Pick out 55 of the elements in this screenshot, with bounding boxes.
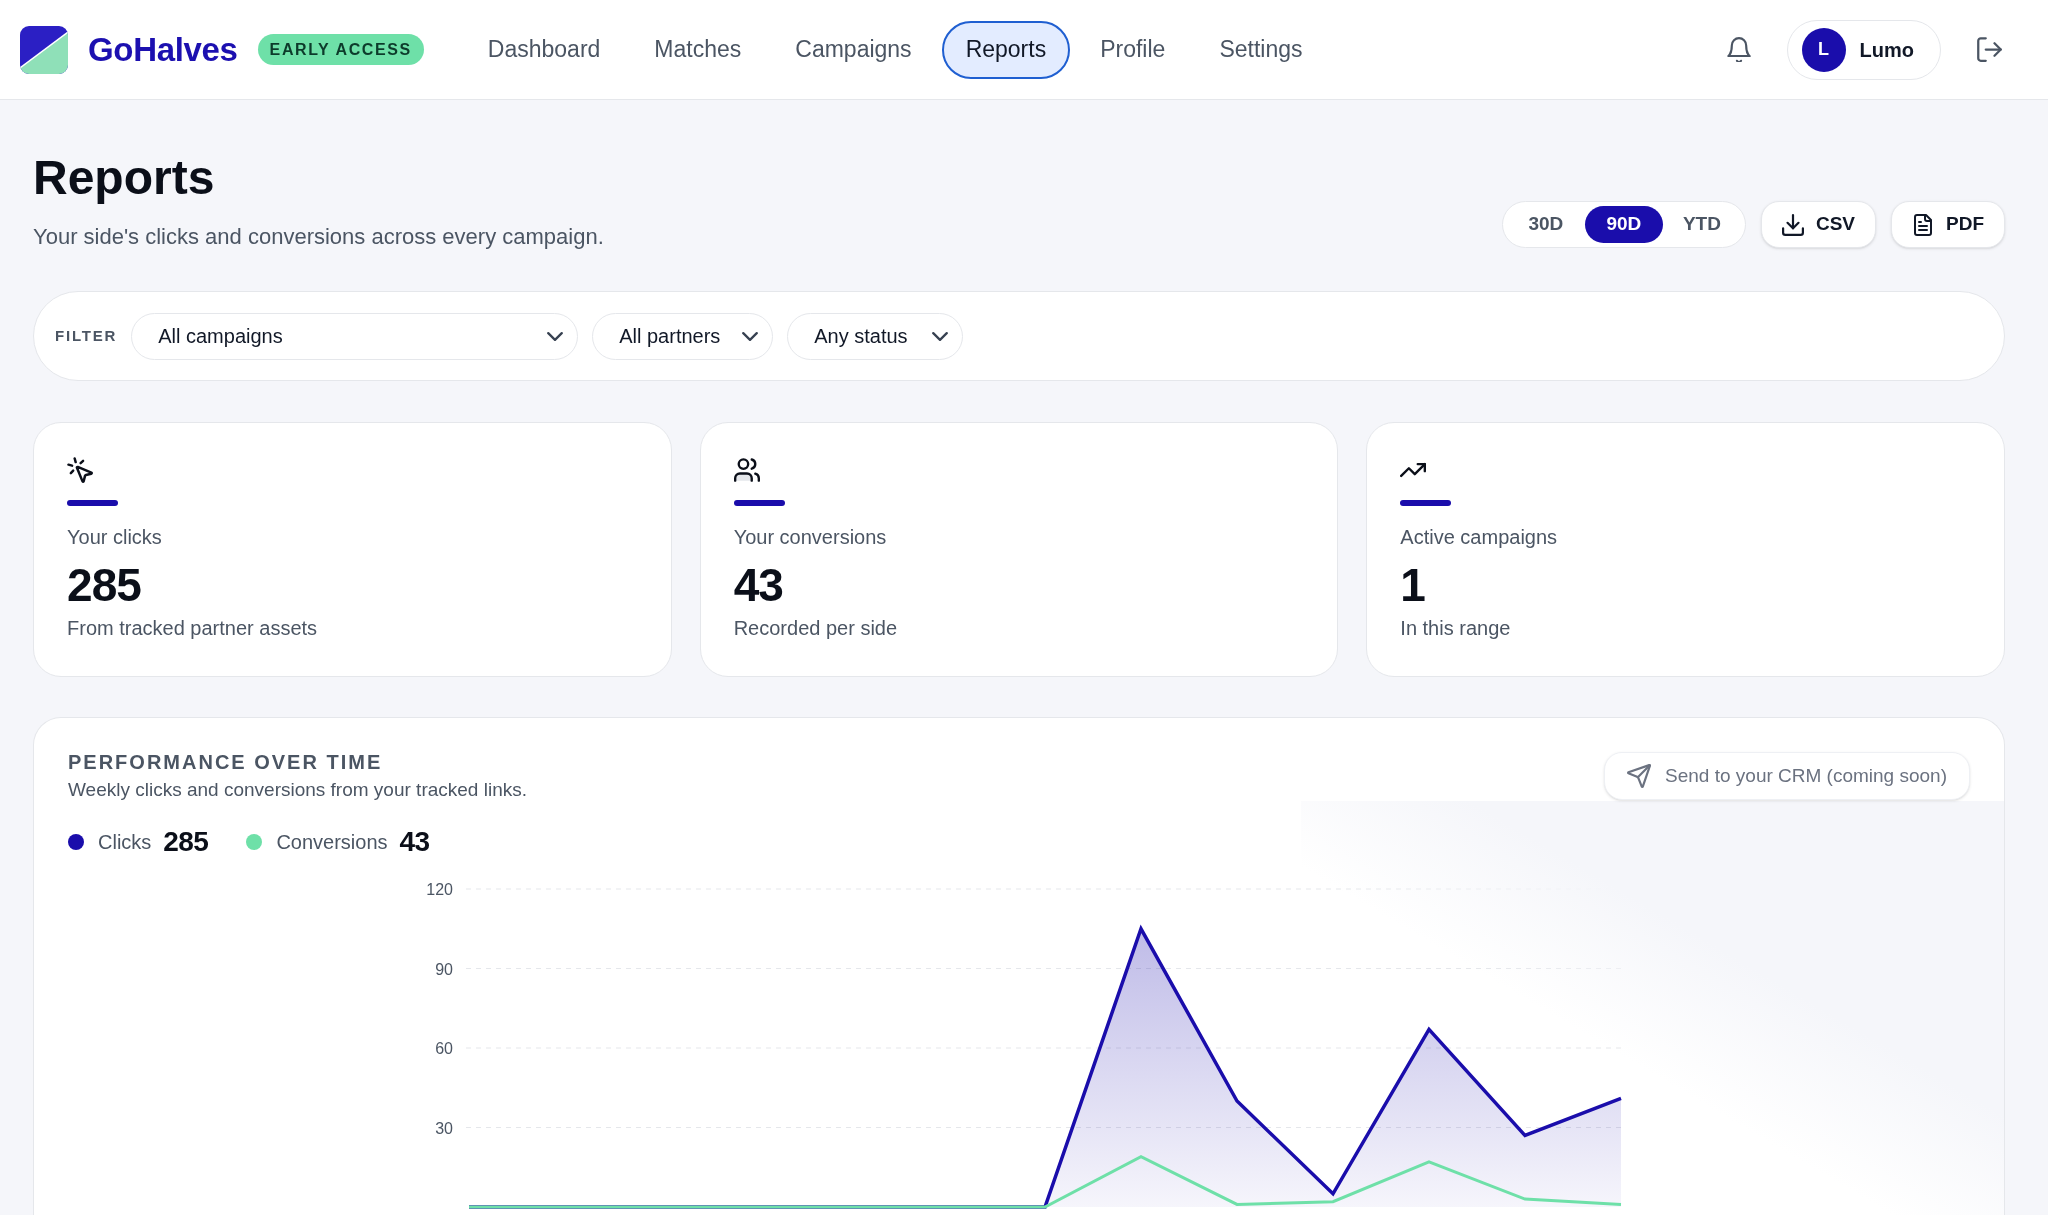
range-tab[interactable]: 90D — [1584, 206, 1663, 243]
export-button[interactable]: CSV — [1760, 201, 1876, 248]
stat-note: In this range — [1400, 616, 1511, 641]
nav-tab[interactable]: Dashboard — [463, 20, 625, 79]
send-icon — [1627, 764, 1652, 788]
stat-value: 43 — [733, 560, 783, 610]
legend-total: 285 — [163, 825, 209, 859]
filter-dropdown[interactable]: Any status — [787, 312, 964, 360]
user-menu-button[interactable]: L Lumo — [1786, 19, 1941, 80]
y-axis-label: 90 — [435, 960, 453, 978]
filter-label: FILTER — [55, 325, 118, 346]
user-name: Lumo — [1859, 37, 1914, 63]
y-axis-label: 30 — [435, 1119, 453, 1137]
page-title: Reports — [33, 150, 216, 206]
y-axis-label: 60 — [435, 1040, 453, 1057]
logo-icon[interactable] — [20, 25, 68, 74]
download-icon — [1781, 213, 1804, 236]
document-icon — [1912, 213, 1934, 236]
logout-icon[interactable] — [1977, 37, 2002, 62]
legend-label: Conversions — [276, 830, 388, 855]
nav-tab[interactable]: Profile — [1076, 20, 1190, 79]
range-tab[interactable]: 30D — [1506, 206, 1585, 243]
legend-total: 43 — [399, 825, 430, 859]
cursor-click-icon — [67, 457, 93, 483]
page-subtitle: Your side's clicks and conversions across every campaign. — [33, 223, 604, 251]
brand-name[interactable]: GoHalves — [88, 24, 238, 75]
accent-bar — [1400, 500, 1452, 506]
filter-dropdown[interactable]: All campaigns — [131, 312, 579, 360]
section-title: PERFORMANCE OVER TIME — [68, 750, 384, 775]
notifications-bell-icon[interactable] — [1726, 37, 1751, 62]
export-button[interactable]: PDF — [1891, 201, 2005, 248]
early-access-badge: EARLY ACCESS — [257, 34, 424, 65]
nav-tab[interactable]: Matches — [630, 20, 766, 79]
stat-value: 1 — [1400, 560, 1425, 610]
accent-bar — [67, 500, 118, 506]
legend-label: Clicks — [98, 830, 152, 855]
filter-dropdown[interactable]: All partners — [592, 312, 774, 360]
y-axis-label: 120 — [426, 881, 453, 898]
stat-note: From tracked partner assets — [67, 616, 318, 641]
range-tab[interactable]: YTD — [1662, 206, 1741, 243]
chevron-down-icon — [932, 331, 949, 341]
section-subtitle: Weekly clicks and conversions from your tracked links. — [68, 778, 527, 802]
stat-label: Active campaigns — [1400, 525, 1558, 550]
nav-tab[interactable]: Settings — [1195, 20, 1327, 79]
chevron-down-icon — [547, 331, 564, 341]
stat-value: 285 — [67, 560, 141, 610]
avatar-initial: L — [1801, 27, 1846, 72]
nav-tab[interactable]: Campaigns — [771, 20, 936, 79]
accent-bar — [733, 500, 785, 506]
stat-label: Your conversions — [733, 525, 887, 550]
stat-label: Your clicks — [67, 525, 162, 550]
nav-tab[interactable]: Reports — [941, 20, 1071, 79]
users-icon — [733, 457, 760, 483]
chevron-down-icon — [742, 331, 759, 341]
stat-note: Recorded per side — [733, 616, 898, 641]
